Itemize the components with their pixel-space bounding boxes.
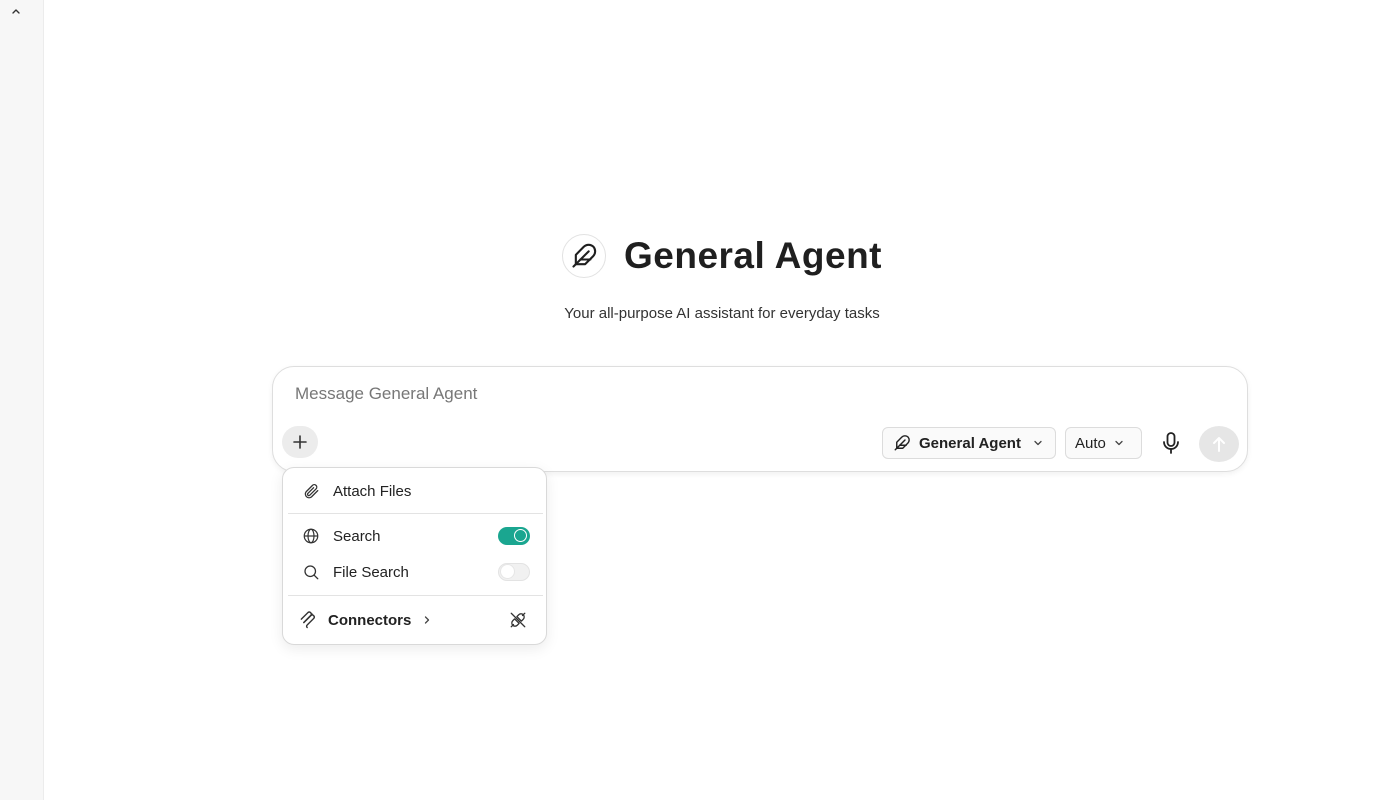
mode-select[interactable]: Auto — [1065, 427, 1142, 459]
agent-header: General Agent — [44, 234, 1400, 278]
attach-files-item[interactable]: Attach Files — [288, 474, 543, 508]
add-tools-button[interactable] — [282, 426, 318, 458]
chevron-up-icon — [12, 9, 20, 14]
menu-divider — [288, 513, 543, 514]
feather-icon — [572, 243, 597, 268]
chevron-right-icon — [423, 615, 431, 625]
globe-icon — [301, 526, 321, 546]
paperclip-icon — [301, 481, 321, 501]
tools-menu: Attach Files Search File Search Connecto… — [282, 467, 547, 645]
unplug-icon[interactable] — [509, 611, 527, 629]
search-item[interactable]: Search — [288, 519, 543, 553]
menu-divider — [288, 595, 543, 596]
plus-icon — [293, 435, 307, 449]
connectors-item[interactable]: Connectors — [288, 603, 543, 637]
agent-select[interactable]: General Agent — [882, 427, 1056, 459]
message-composer: General Agent Auto — [272, 366, 1248, 472]
connectors-icon — [298, 610, 318, 630]
mode-select-label: Auto — [1075, 434, 1106, 452]
arrow-up-icon — [1213, 437, 1225, 452]
feather-icon — [894, 435, 910, 451]
page-title: General Agent — [623, 235, 883, 276]
message-input[interactable] — [295, 381, 1195, 407]
page-subtitle: Your all-purpose AI assistant for everyd… — [564, 305, 880, 322]
magnifier-icon — [301, 562, 321, 582]
attach-files-label: Attach Files — [333, 482, 412, 500]
send-button[interactable] — [1199, 426, 1239, 462]
search-toggle[interactable] — [498, 527, 530, 545]
file-search-toggle[interactable] — [498, 563, 530, 581]
sidebar-collapse-button[interactable] — [6, 2, 26, 20]
connectors-label: Connectors — [328, 611, 412, 629]
agent-logo — [561, 234, 606, 278]
sidebar — [0, 0, 44, 800]
microphone-icon — [1163, 432, 1179, 454]
file-search-label: File Search — [333, 563, 409, 581]
chevron-down-icon — [1034, 440, 1042, 446]
agent-select-label: General Agent — [919, 434, 1021, 452]
chevron-down-icon — [1115, 440, 1123, 446]
file-search-item[interactable]: File Search — [288, 555, 543, 589]
search-label: Search — [333, 527, 381, 545]
voice-input-button[interactable] — [1157, 427, 1185, 459]
